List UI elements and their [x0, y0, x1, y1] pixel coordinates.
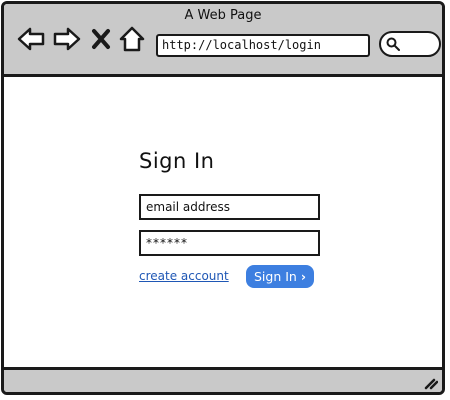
- close-icon[interactable]: [90, 24, 112, 54]
- email-field[interactable]: email address: [139, 194, 320, 220]
- sign-in-button[interactable]: Sign In ›: [246, 265, 314, 288]
- resize-grip-icon[interactable]: [422, 374, 438, 390]
- page-content: Sign In email address ****** create acco…: [4, 77, 442, 368]
- forward-arrow-icon[interactable]: [52, 24, 82, 54]
- page-title: Sign In: [139, 149, 215, 173]
- password-field[interactable]: ******: [139, 230, 320, 256]
- browser-window: A Web Page http://localhost/login Sign I…: [1, 1, 445, 395]
- chevron-right-icon: ›: [300, 269, 306, 284]
- home-icon[interactable]: [118, 24, 146, 54]
- browser-toolbar: A Web Page http://localhost/login: [4, 4, 442, 77]
- search-icon: [386, 37, 400, 51]
- status-bar: [4, 367, 442, 392]
- search-field[interactable]: [379, 31, 441, 57]
- sign-in-label: Sign In: [253, 269, 297, 284]
- back-arrow-icon[interactable]: [16, 24, 46, 54]
- address-bar[interactable]: http://localhost/login: [156, 34, 370, 57]
- window-title: A Web Page: [184, 8, 262, 23]
- create-account-link[interactable]: create account: [139, 269, 229, 283]
